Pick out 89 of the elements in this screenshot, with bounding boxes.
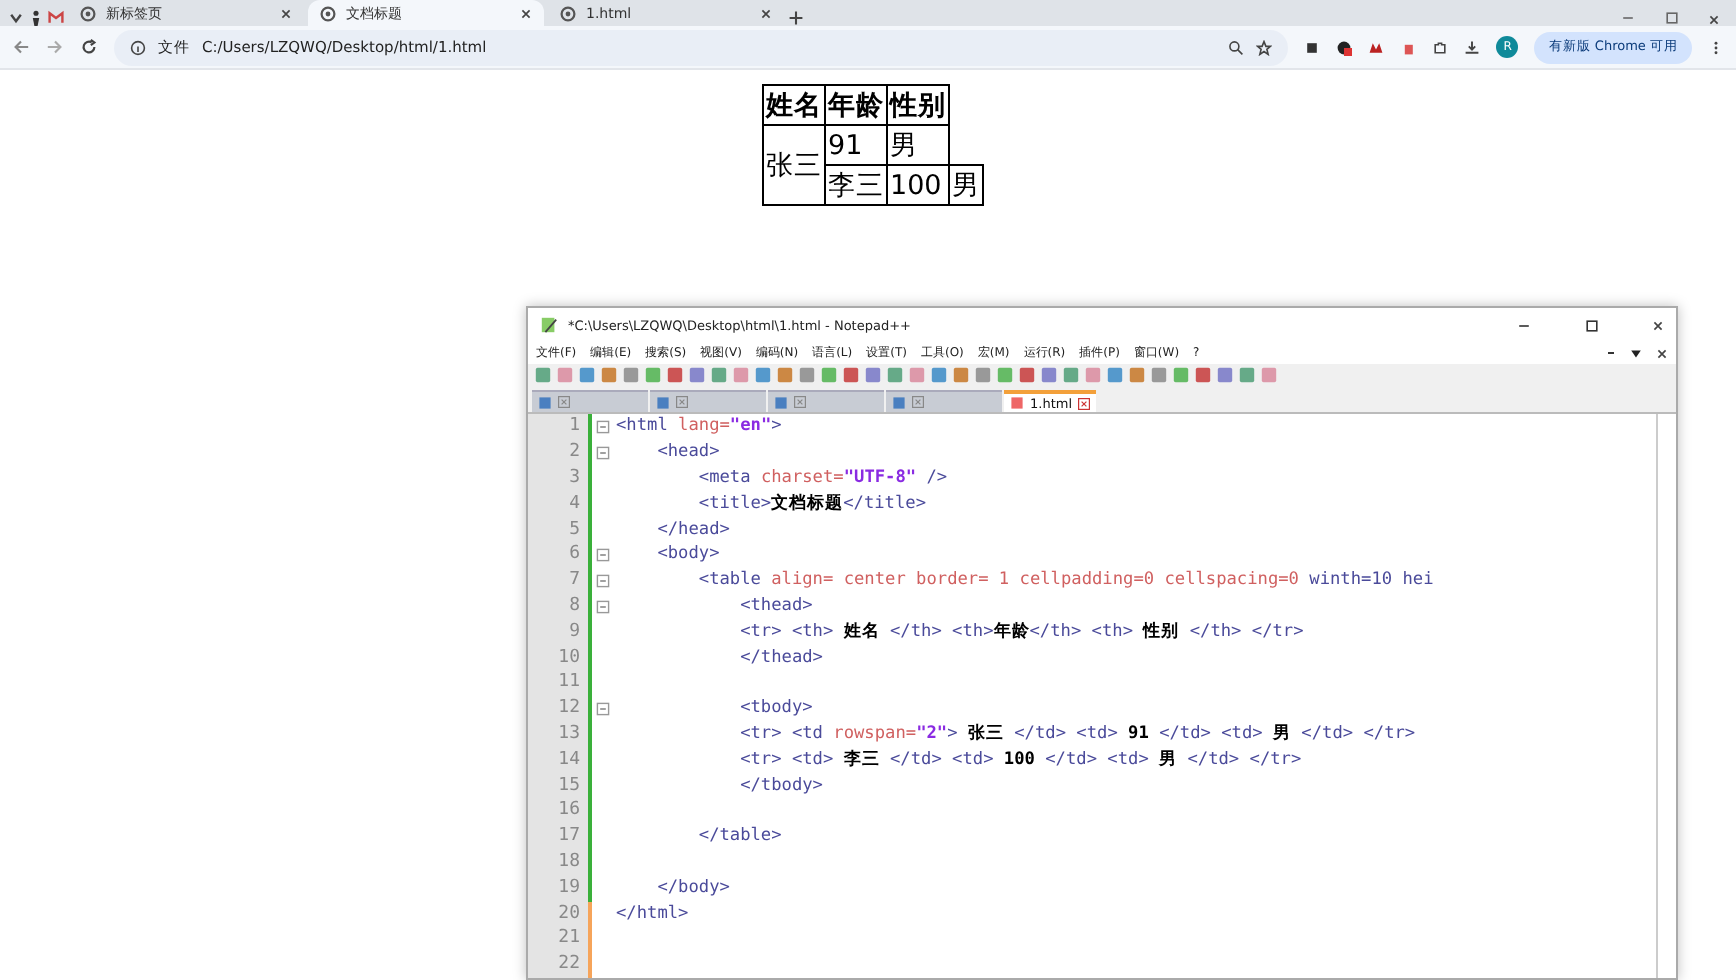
line-number: 8 — [567, 594, 582, 620]
line-number: 16 — [556, 798, 582, 825]
code-line: <tr> <td> 李三 </td> <td> 100 </td> <td> 男 </td> </tr> — [738, 747, 1302, 774]
star-icon[interactable] — [1256, 39, 1273, 56]
fold-icon[interactable] — [596, 446, 610, 461]
fold-icon[interactable] — [596, 574, 610, 589]
file-tab[interactable] — [650, 390, 766, 413]
mail-icon[interactable] — [48, 10, 64, 26]
dropdown-icon[interactable] — [8, 10, 24, 26]
line-number: 7 — [567, 568, 582, 595]
code-line: </head> — [655, 517, 730, 543]
code-line: <title>文档标题</title> — [696, 491, 927, 518]
code-line: </html> — [616, 901, 689, 927]
line-number: 18 — [556, 850, 582, 876]
table-cell: 100 — [887, 165, 949, 206]
code-line: <table align= center border= 1 cellpadding=0 cellspacing=0 winth=10 hei — [696, 568, 1434, 595]
line-number: 22 — [556, 952, 582, 978]
extension-icon[interactable] — [1336, 39, 1353, 56]
table-cell: 男 — [949, 165, 983, 206]
new-tab-icon[interactable] — [788, 10, 804, 26]
code-line: </tbody> — [738, 773, 823, 799]
line-number: 3 — [567, 466, 582, 492]
maximize-icon[interactable] — [1584, 317, 1600, 334]
download-icon[interactable] — [1464, 39, 1481, 56]
line-number: 1 — [567, 414, 582, 441]
code-line: </table> — [696, 824, 782, 851]
dropdown-icon[interactable] — [1630, 347, 1642, 360]
code-line: <tr> <th> 姓名 </th> <th>年龄</th> <th> 性别 </th> </tr> — [738, 619, 1304, 646]
tab-close-icon[interactable] — [1078, 397, 1091, 410]
fold-icon[interactable] — [596, 599, 610, 614]
tab-close-icon[interactable] — [520, 7, 532, 19]
notepad-icon — [540, 316, 558, 335]
code-line: <meta charset="UTF-8" /> — [696, 466, 948, 492]
tab-close-icon[interactable] — [280, 7, 292, 19]
line-number: 19 — [556, 875, 582, 902]
line-number: 9 — [567, 619, 582, 646]
line-number: 4 — [567, 491, 582, 518]
fold-icon[interactable] — [596, 702, 610, 717]
file-tab[interactable] — [768, 390, 884, 413]
line-number: 17 — [556, 824, 582, 851]
file-icon — [1010, 396, 1024, 411]
file-icon — [538, 395, 552, 410]
line-number: 12 — [556, 696, 582, 723]
fold-icon[interactable] — [596, 420, 610, 435]
person-icon[interactable] — [28, 10, 44, 26]
line-number: 13 — [556, 722, 582, 748]
line-number: 20 — [556, 901, 582, 927]
code-line: <tr> <td rowspan="2"> 张三 </td> <td> 91 </td> <td> 男 </td> </tr> — [738, 722, 1416, 748]
line-number: 21 — [556, 926, 582, 953]
close-icon[interactable] — [1656, 347, 1668, 360]
code-line: <html lang="en"> — [616, 414, 782, 441]
table-cell: 张三 — [763, 125, 825, 206]
fold-icon[interactable] — [596, 548, 610, 563]
table-header-cell: 性别 — [887, 85, 949, 126]
file-icon — [774, 395, 788, 410]
line-number: 10 — [556, 645, 582, 671]
file-tab[interactable] — [532, 390, 648, 413]
line-number: 5 — [567, 517, 582, 543]
table-header-cell: 年龄 — [825, 85, 887, 126]
globe-icon — [320, 5, 336, 21]
zoom-icon[interactable] — [1228, 39, 1245, 56]
code-line: <thead> — [738, 594, 813, 620]
file-icon — [892, 395, 906, 410]
table-cell: 男 — [887, 125, 949, 166]
file-icon — [656, 395, 670, 410]
reload-icon[interactable] — [80, 38, 98, 57]
code-line: <body> — [655, 542, 720, 569]
code-line: <head> — [655, 440, 720, 467]
table-cell: 李三 — [825, 165, 887, 206]
extension-icon[interactable] — [1304, 39, 1321, 56]
forward-arrow-icon[interactable] — [46, 38, 64, 57]
line-number: 2 — [567, 440, 582, 467]
line-number: 15 — [556, 773, 582, 799]
code-line: </body> — [655, 875, 730, 902]
info-icon — [130, 39, 146, 56]
file-tab[interactable] — [886, 390, 1002, 413]
line-number: 6 — [567, 542, 582, 569]
table-cell: 91 — [825, 125, 887, 166]
line-number: 14 — [556, 747, 582, 774]
window-close-icon[interactable] — [1652, 319, 1664, 332]
globe-icon — [560, 5, 576, 21]
tab-close-icon[interactable] — [760, 7, 772, 19]
code-line: </thead> — [738, 645, 823, 671]
line-number: 11 — [556, 670, 582, 697]
code-line: <tbody> — [738, 696, 813, 723]
back-arrow-icon[interactable] — [12, 38, 30, 57]
window-close-icon[interactable] — [1708, 14, 1720, 26]
table-header-cell: 姓名 — [763, 85, 825, 126]
globe-icon — [80, 5, 96, 21]
